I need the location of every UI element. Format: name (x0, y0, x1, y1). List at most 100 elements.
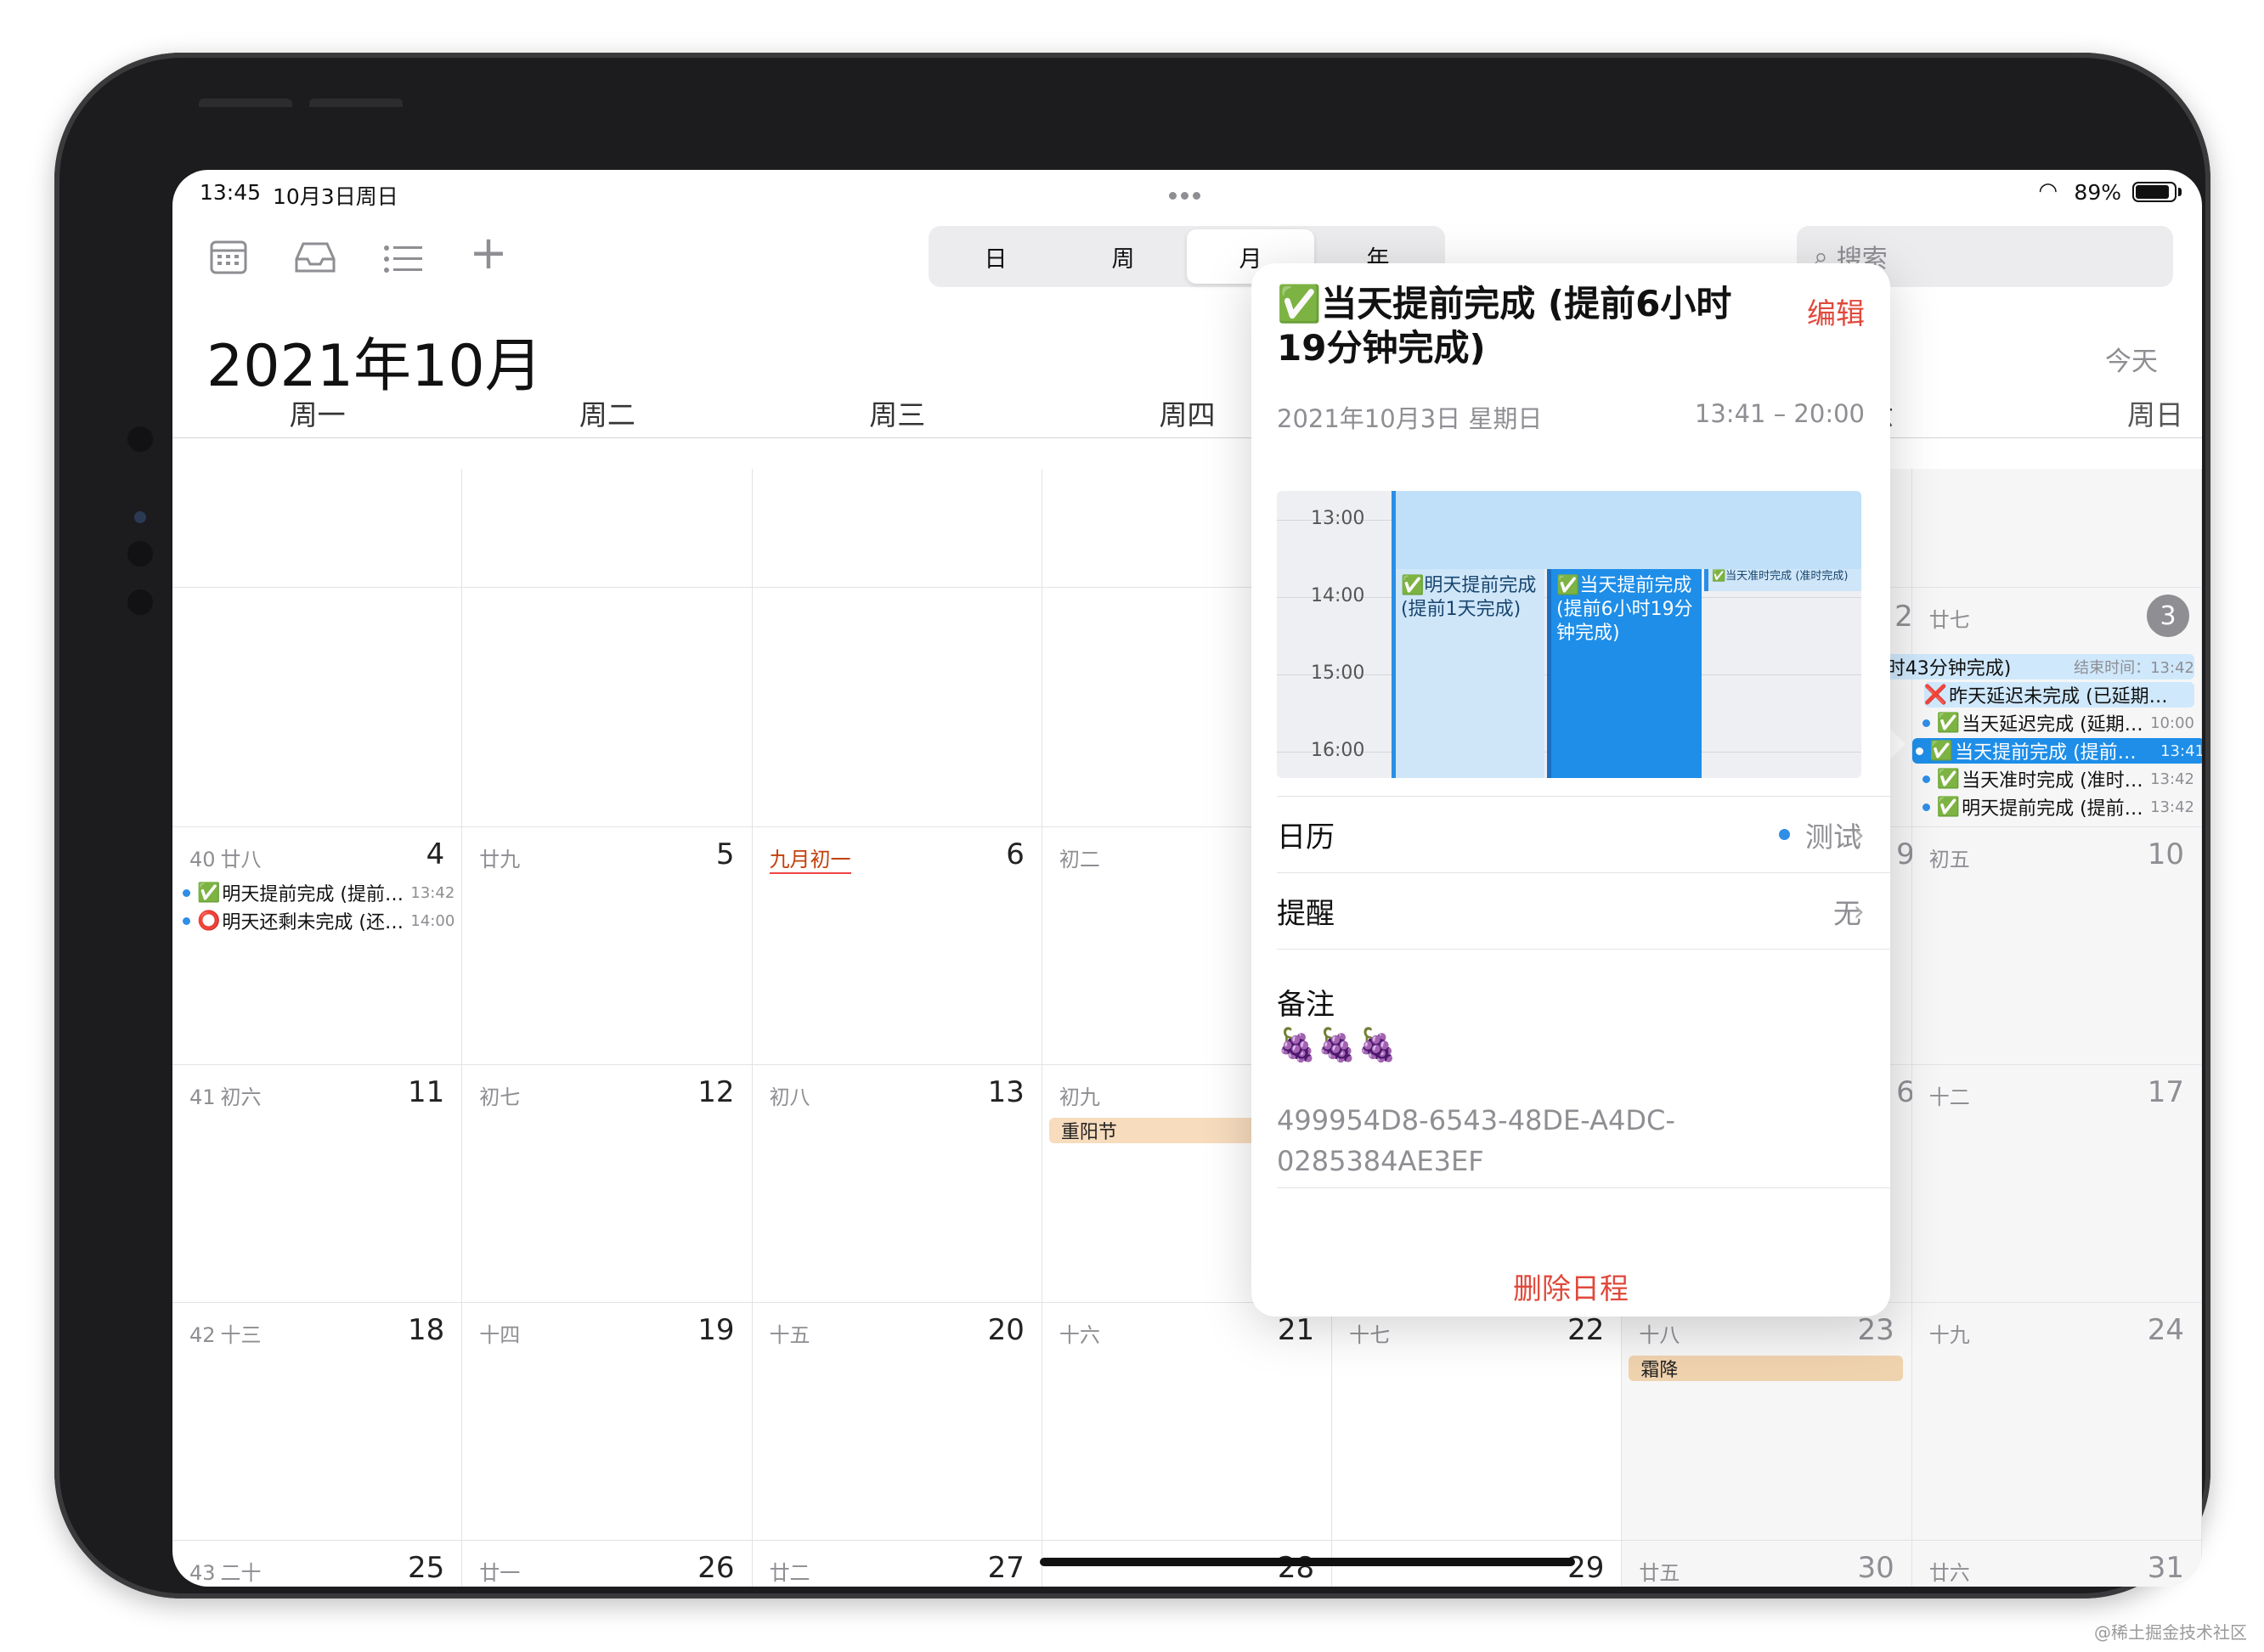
home-indicator[interactable] (1040, 1558, 1575, 1566)
calendar-color-dot (1779, 829, 1790, 840)
weekday-header: 周一 周二 周三 周四 周五 周六 周日 (172, 381, 2202, 438)
day-cell[interactable] (172, 588, 463, 827)
calendar-dot-icon (183, 888, 190, 897)
lunar-date: 初七 (479, 1085, 521, 1109)
inbox-icon[interactable] (290, 238, 341, 284)
day-cell[interactable] (752, 469, 1042, 588)
lunar-date: 十九 (1928, 1323, 1970, 1347)
event-label: 明天提前完成 (提前… (1962, 798, 2143, 820)
event-time: 14:00 (410, 911, 455, 930)
failed-icon: ❌ (1923, 684, 1948, 706)
day-cell-oct-3[interactable]: 廿七 3 时43分钟完成) 结束时间：13:42 ❌ 昨天延迟未完成 (已延期…… (1886, 588, 2202, 827)
event-label: 当天延迟完成 (延期… (1962, 714, 2143, 736)
lunar-date: 廿九 (479, 848, 521, 871)
lunar-date: 初二 (1059, 848, 1100, 871)
day-cell[interactable] (172, 469, 463, 588)
lunar-date: 十二 (1928, 1085, 1970, 1109)
edit-button[interactable]: 编辑 (1807, 290, 1865, 332)
alert-row[interactable]: 提醒 无 › (1277, 872, 1890, 949)
day-number-partial: 2 (1894, 600, 1913, 634)
calendar-event-selected[interactable]: ✅ 当天提前完成 (提前… 13:41 (1911, 738, 2202, 764)
lunar-date: 廿二 (769, 1561, 810, 1585)
day-number: 25 (408, 1551, 445, 1585)
day-cell[interactable]: 十四 19 (462, 1303, 753, 1541)
day-number: 10 (2147, 837, 2184, 871)
today-button[interactable]: 今天 (2105, 340, 2158, 378)
day-cell[interactable]: 十六 21 (1042, 1303, 1333, 1541)
day-cell[interactable]: 初五 10 (1911, 827, 2202, 1065)
check-icon: ✅ (1936, 796, 1961, 818)
day-number: 5 (715, 837, 735, 871)
camera-sensor (127, 541, 153, 567)
day-number: 30 (1857, 1551, 1894, 1585)
mini-event[interactable]: ✅明天提前完成 (提前1天完成) (1392, 569, 1544, 778)
wifi-icon: ◠ (2038, 178, 2058, 204)
calendar-event[interactable]: ✅ 当天准时完成 (准时… 13:42 (1919, 766, 2194, 792)
day-cell[interactable]: 廿一 26 (462, 1541, 753, 1587)
lunar-date: 40 廿八 (189, 843, 262, 872)
calendar-dot-icon (1915, 747, 1923, 755)
day-number: 20 (987, 1313, 1025, 1347)
event-label: 明天提前完成 (提前… (222, 884, 404, 905)
day-cell[interactable]: 十二 17 (1911, 1065, 2202, 1303)
event-time: 结束时间：13:42 (2074, 659, 2194, 677)
mini-event-selected[interactable]: ✅当天提前完成 (提前6小时19分钟完成) (1547, 569, 1702, 778)
event-time: 13:42 (2150, 770, 2194, 788)
event-time: 13:41 (2160, 741, 2202, 760)
lunar-date: 十七 (1349, 1323, 1391, 1347)
chevron-right-icon: › (1853, 817, 1865, 852)
solar-term-event[interactable]: 霜降 (1629, 1356, 1903, 1381)
day-number: 28 (1277, 1551, 1315, 1585)
divider (1277, 1187, 1890, 1188)
day-cell[interactable]: 廿九 5 (462, 827, 753, 1065)
day-cell[interactable]: 廿二 27 (753, 1541, 1042, 1587)
calendar-event[interactable]: ❌ 昨天延迟未完成 (已延期… (1923, 682, 2194, 708)
frame: 13:45 10月3日周日 ◠ 89% + 日 周 月 年 ⌕ 搜索 2021年… (0, 0, 2264, 1652)
day-cell[interactable]: 初八 13 (752, 1065, 1042, 1303)
calendar-event[interactable]: ⭕ 明天还剩未完成 (还… 14:00 (179, 908, 454, 933)
day-cell[interactable]: 41 初六 11 (172, 1065, 463, 1303)
day-cell[interactable]: 九月初一 6 (752, 827, 1042, 1065)
lunar-date: 初八 (769, 1085, 810, 1109)
delete-event-button[interactable]: 删除日程 (1251, 1266, 1890, 1307)
add-icon[interactable]: + (463, 226, 514, 279)
event-detail-popover: ✅当天提前完成 (提前6小时19分钟完成) 编辑 2021年10月3日 星期日 … (1251, 263, 1890, 1317)
calendar-event[interactable]: ✅ 当天延迟完成 (延期… 10:00 (1919, 710, 2194, 736)
mini-day-timeline[interactable]: 13:00 14:00 15:00 16:00 ✅明天提前完成 (提前1天完成)… (1277, 491, 1861, 778)
day-cell[interactable]: 43 二十 25 (172, 1541, 463, 1587)
segment-week[interactable]: 周 (1059, 229, 1187, 284)
day-cell-oct-4[interactable]: 40 廿八 4 ✅ 明天提前完成 (提前… 13:42 ⭕ 明天还剩未完成 (还…… (172, 827, 463, 1065)
segment-day[interactable]: 日 (932, 229, 1059, 284)
day-number: 19 (697, 1313, 735, 1347)
day-cell[interactable]: 十八 23 霜降 (1622, 1303, 1912, 1541)
day-cell[interactable]: 初七 12 (462, 1065, 753, 1303)
calendar-label: 日历 (1277, 820, 1335, 854)
day-cell[interactable]: 廿五 30 (1622, 1541, 1912, 1587)
list-icon[interactable] (378, 238, 429, 284)
day-number: 27 (987, 1551, 1025, 1585)
day-cell[interactable]: 十七 22 (1332, 1303, 1623, 1541)
status-time: 13:45 (200, 180, 262, 205)
day-cell[interactable]: 廿六 31 (1911, 1541, 2202, 1587)
volume-button (199, 99, 292, 107)
lunar-date: 廿六 (1928, 1561, 1970, 1585)
calendar-event[interactable]: ✅ 明天提前完成 (提前… 13:42 (1919, 794, 2194, 820)
day-cell[interactable] (462, 469, 753, 588)
day-cell[interactable] (1911, 469, 2202, 588)
day-cell[interactable] (752, 588, 1042, 827)
event-banner[interactable]: 时43分钟完成) 结束时间：13:42 (1886, 654, 2194, 679)
day-cell[interactable]: 十五 20 (752, 1303, 1042, 1541)
lunar-date: 42 十三 (189, 1318, 262, 1348)
calendar-dot-icon (1922, 719, 1930, 727)
day-number: 4 (426, 837, 445, 871)
event-title: ✅当天提前完成 (提前6小时19分钟完成) (1277, 283, 1732, 369)
multitasking-dots[interactable] (1169, 187, 1205, 203)
lunar-label: 廿八 (220, 848, 262, 871)
mini-event[interactable]: ✅当天准时完成 (准时完成) (1704, 569, 1861, 591)
calendar-event[interactable]: ✅ 明天提前完成 (提前… 13:42 (179, 880, 454, 905)
day-cell[interactable]: 42 十三 18 (172, 1303, 463, 1541)
day-cell[interactable]: 十九 24 (1911, 1303, 2202, 1541)
day-cell[interactable] (462, 588, 753, 827)
calendar-row[interactable]: 日历 测试 › (1277, 796, 1890, 872)
calendar-icon[interactable] (203, 238, 254, 284)
